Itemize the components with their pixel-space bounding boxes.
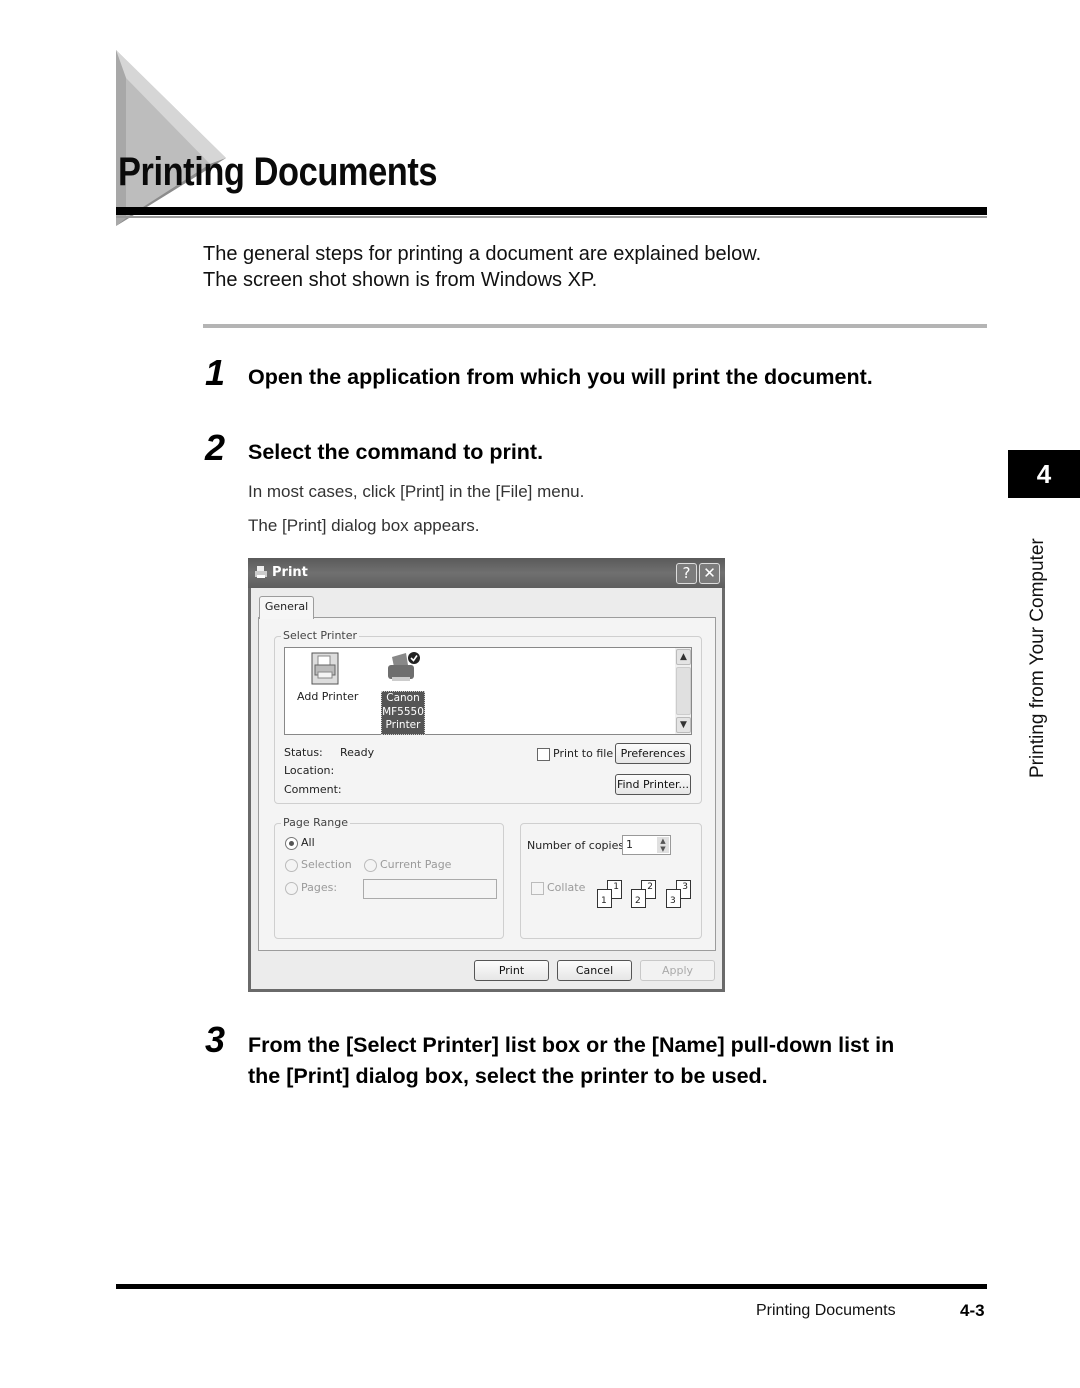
close-button[interactable]: ✕ xyxy=(699,563,720,584)
printer-list[interactable]: Add Printer Canon MF5550 Printer ▲ ▼ xyxy=(284,647,692,735)
selection-label: Selection xyxy=(301,858,352,871)
intro-text: The general steps for printing a documen… xyxy=(203,241,761,293)
print-to-file-checkbox[interactable] xyxy=(537,748,550,761)
step-3-text-line-1: From the [Select Printer] list box or th… xyxy=(248,1033,895,1057)
find-printer-button[interactable]: Find Printer... xyxy=(615,774,691,795)
status-value: Ready xyxy=(340,746,375,759)
collate-page-front: 3 xyxy=(666,889,681,908)
step-2-sub-2: The [Print] dialog box appears. xyxy=(248,516,480,535)
collate-page-front: 1 xyxy=(597,889,612,908)
printer-small-icon xyxy=(255,566,267,578)
location-label: Location: xyxy=(284,764,335,777)
scroll-up-icon[interactable]: ▲ xyxy=(676,649,691,665)
copies-stepper[interactable]: 1 ▲ ▼ xyxy=(622,835,671,855)
dialog-body: General Select Printer Add Printer Canon… xyxy=(251,588,722,989)
title-rule xyxy=(116,207,987,215)
selection-radio[interactable] xyxy=(285,859,298,872)
help-button[interactable]: ? xyxy=(676,563,697,584)
step-3-text-line-2: the [Print] dialog box, select the print… xyxy=(248,1064,768,1088)
tab-general[interactable]: General xyxy=(259,596,314,619)
header-triangle-decoration xyxy=(116,50,226,226)
page-range-label: Page Range xyxy=(281,816,350,829)
print-to-file-label: Print to file xyxy=(553,747,614,760)
footer-section-title: Printing Documents xyxy=(756,1302,896,1319)
canon-printer-label: Canon MF5550 Printer xyxy=(381,691,425,735)
cancel-button[interactable]: Cancel xyxy=(557,960,632,981)
page-range-group: Page Range All Selection Current Page Pa… xyxy=(274,816,504,939)
dialog-title: Print xyxy=(272,565,308,580)
add-printer-label: Add Printer xyxy=(297,690,359,703)
all-radio[interactable] xyxy=(285,837,298,850)
footer-rule xyxy=(116,1284,987,1289)
intro-line-2: The screen shot shown is from Windows XP… xyxy=(203,269,598,291)
copies-value: 1 xyxy=(626,838,633,851)
print-button[interactable]: Print xyxy=(474,960,549,981)
collate-label: Collate xyxy=(547,881,586,894)
select-printer-group: Select Printer Add Printer Canon MF5550 … xyxy=(274,629,702,804)
all-label: All xyxy=(301,836,315,849)
preferences-button[interactable]: Preferences xyxy=(615,743,691,764)
pages-radio[interactable] xyxy=(285,882,298,895)
intro-line-1: The general steps for printing a documen… xyxy=(203,243,762,265)
title-rule-shadow xyxy=(116,216,987,218)
printer-item-canon-mf5550[interactable]: Canon MF5550 Printer xyxy=(381,650,427,735)
step-1-number: 1 xyxy=(205,352,226,393)
step-1-text: Open the application from which you will… xyxy=(248,365,873,389)
step-2-sub-1: In most cases, click [Print] in the [Fil… xyxy=(248,482,585,501)
scroll-down-icon[interactable]: ▼ xyxy=(676,717,691,733)
print-dialog: Print ? ✕ General Select Printer Add Pri… xyxy=(248,558,725,992)
dialog-titlebar: Print ? ✕ xyxy=(248,558,725,588)
printer-icon xyxy=(388,652,420,681)
pages-input[interactable] xyxy=(363,879,497,899)
status-label: Status: xyxy=(284,746,323,759)
pages-label: Pages: xyxy=(301,881,338,894)
current-page-radio[interactable] xyxy=(364,859,377,872)
chapter-tab: 4 xyxy=(1008,450,1080,498)
select-printer-label: Select Printer xyxy=(281,629,360,642)
section-divider xyxy=(203,324,987,328)
step-2-text: Select the command to print. xyxy=(248,440,544,464)
printer-list-scrollbar[interactable]: ▲ ▼ xyxy=(675,648,691,734)
general-tab-panel: Select Printer Add Printer Canon MF5550 … xyxy=(258,617,716,951)
step-3-number: 3 xyxy=(205,1019,226,1060)
printer-item-add-printer[interactable]: Add Printer xyxy=(293,650,359,710)
collate-page-front: 2 xyxy=(631,889,646,908)
comment-label: Comment: xyxy=(284,783,342,796)
chapter-label: Printing from Your Computer xyxy=(1027,538,1048,778)
page-title: Printing Documents xyxy=(118,150,438,194)
current-page-label: Current Page xyxy=(380,858,452,871)
copies-label: Number of copies: xyxy=(527,839,628,852)
scroll-thumb[interactable] xyxy=(676,667,691,715)
copies-group: Number of copies: 1 ▲ ▼ Collate 1 1 2 2 3… xyxy=(520,823,702,939)
add-printer-icon xyxy=(311,652,339,685)
apply-button[interactable]: Apply xyxy=(640,960,715,981)
step-2-number: 2 xyxy=(205,427,226,468)
footer-page-number: 4-3 xyxy=(960,1301,985,1320)
spinner-arrows-icon[interactable]: ▲ ▼ xyxy=(657,837,669,853)
collate-checkbox[interactable] xyxy=(531,882,544,895)
